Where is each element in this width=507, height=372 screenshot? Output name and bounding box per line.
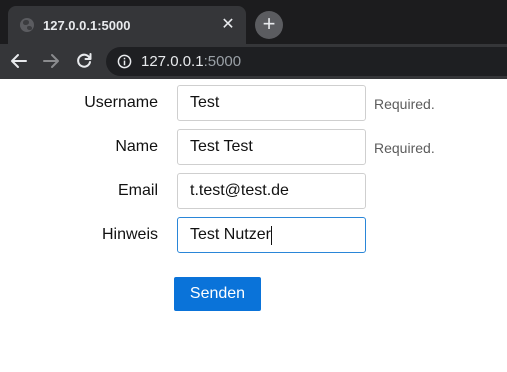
username-required-hint: Required. — [374, 96, 435, 112]
url-port: :5000 — [203, 53, 242, 70]
name-required-hint: Required. — [374, 140, 435, 156]
username-input[interactable] — [177, 85, 366, 121]
text-caret — [271, 226, 272, 245]
url-host: 127.0.0.1 — [141, 53, 204, 70]
arrow-left-icon — [11, 54, 27, 68]
name-label: Name — [115, 138, 158, 155]
browser-tabstrip: 127.0.0.1:5000 ✕ + — [0, 0, 507, 44]
globe-icon — [20, 18, 34, 32]
browser-toolbar: 127.0.0.1:5000 — [0, 44, 507, 79]
form-row-name: Name Required. — [0, 129, 507, 165]
form-row-username: Username Required. — [0, 85, 507, 121]
hinweis-label: Hinweis — [101, 226, 158, 243]
new-tab-button[interactable]: + — [255, 11, 283, 39]
forward-button[interactable] — [38, 48, 64, 74]
info-icon[interactable] — [117, 54, 132, 69]
email-label: Email — [117, 182, 158, 199]
reload-icon — [77, 53, 92, 68]
form-row-email: Email — [0, 173, 507, 209]
submit-button[interactable]: Senden — [174, 277, 261, 311]
email-input[interactable] — [177, 173, 366, 209]
name-input[interactable] — [177, 129, 366, 165]
reload-button[interactable] — [71, 48, 97, 74]
close-icon[interactable]: ✕ — [220, 17, 236, 33]
url-text: 127.0.0.1:5000 — [141, 53, 241, 70]
back-button[interactable] — [6, 48, 32, 74]
tab-title: 127.0.0.1:5000 — [43, 18, 131, 33]
form-row-hinweis: Hinweis — [0, 217, 507, 253]
arrow-right-icon — [43, 54, 59, 68]
browser-tab[interactable]: 127.0.0.1:5000 ✕ — [8, 6, 246, 44]
username-label: Username — [84, 94, 158, 111]
address-bar[interactable]: 127.0.0.1:5000 — [106, 47, 507, 76]
